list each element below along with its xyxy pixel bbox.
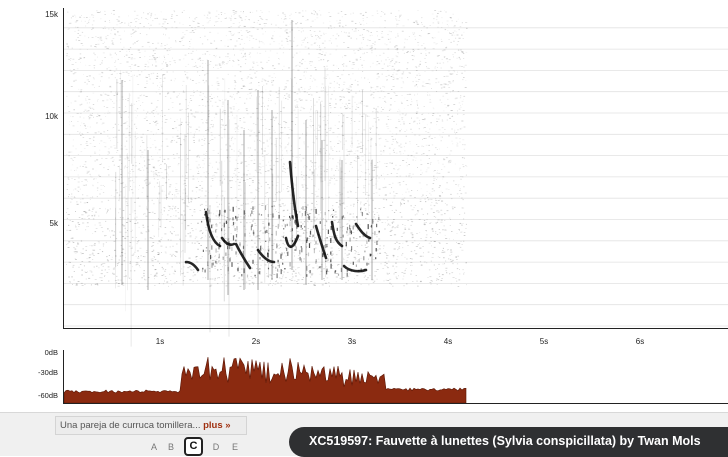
rating-c-selected[interactable]: C	[184, 437, 203, 456]
rating-a[interactable]: A	[146, 440, 162, 455]
amplitude-fill	[64, 357, 466, 403]
time-tick-5s: 5s	[540, 337, 548, 346]
freq-tick-10k: 10k	[45, 112, 59, 121]
more-link[interactable]: plus »	[203, 420, 230, 431]
rating-e[interactable]: E	[227, 440, 243, 455]
db-tick-0: 0dB	[45, 348, 58, 357]
amplitude-envelope	[63, 350, 728, 404]
time-ticks: 1s 2s 3s 4s 5s 6s	[156, 337, 644, 346]
recording-description: Una pareja de curruca tomillera... plus …	[55, 416, 247, 435]
rating-b[interactable]: B	[163, 440, 179, 455]
description-text: Una pareja de curruca tomillera...	[60, 420, 200, 431]
db-tick-60: -60dB	[38, 391, 58, 400]
spectrogram-noise	[66, 10, 468, 347]
time-tick-4s: 4s	[444, 337, 452, 346]
time-tick-2s: 2s	[252, 337, 260, 346]
recording-title: XC519597: Fauvette à lunettes (Sylvia co…	[289, 427, 728, 457]
rating-d[interactable]: D	[208, 440, 224, 455]
time-tick-3s: 3s	[348, 337, 356, 346]
db-tick-30: -30dB	[38, 368, 58, 377]
freq-tick-5k: 5k	[50, 219, 59, 228]
frequency-gridlines	[64, 28, 728, 326]
amplitude-db-ticks: 0dB -30dB -60dB	[38, 348, 58, 400]
freq-tick-15k: 15k	[45, 10, 59, 19]
frequency-ticks: 15k 10k 5k	[45, 10, 59, 228]
spectrogram-viewer[interactable]: 15k 10k 5k 1s 2s 3s 4s 5s 6s 0dB -30dB -…	[0, 0, 728, 412]
time-tick-6s: 6s	[636, 337, 644, 346]
time-tick-1s: 1s	[156, 337, 164, 346]
